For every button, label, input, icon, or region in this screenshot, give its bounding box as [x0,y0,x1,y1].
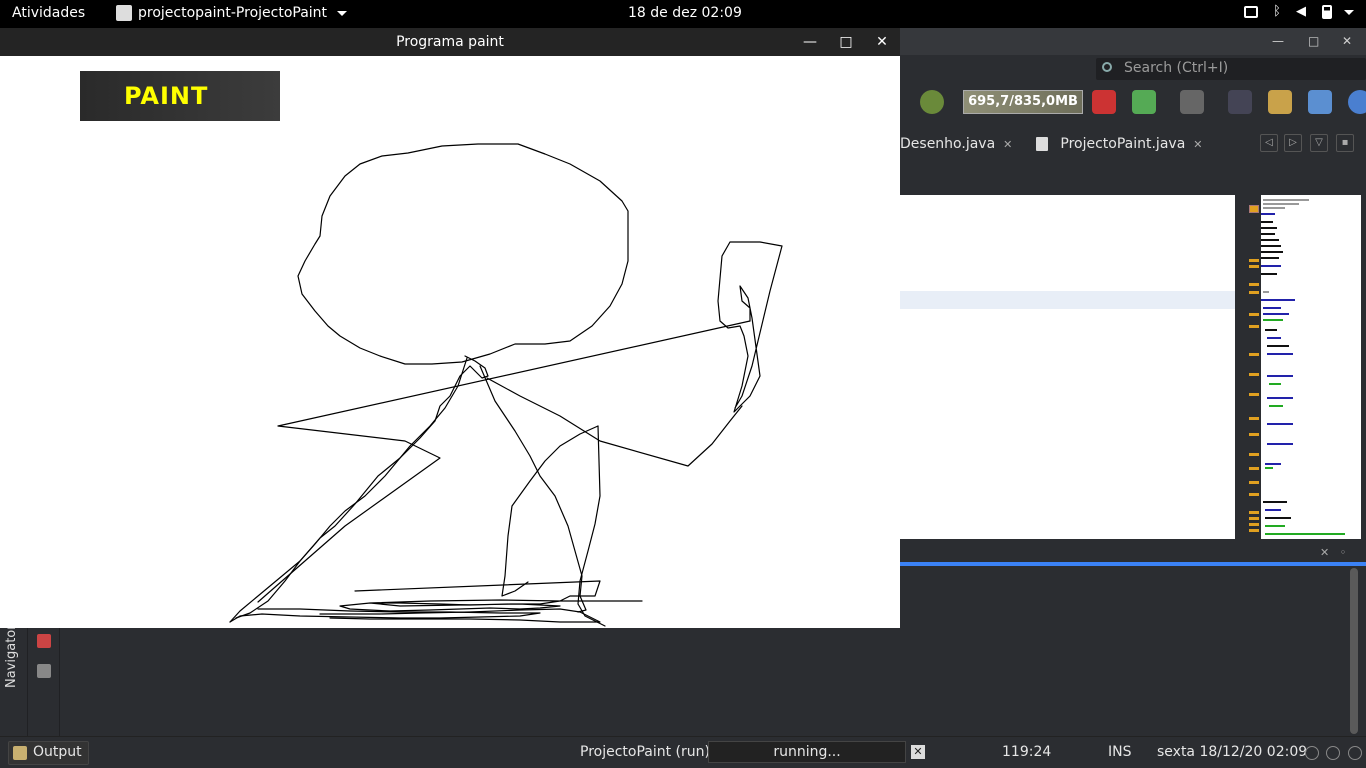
output-scrollbar[interactable] [1350,568,1358,734]
paint-logo: PAINT [80,71,280,121]
output-button[interactable]: Output [8,741,89,765]
navigator-tab[interactable]: Navigator [4,624,19,688]
output-panel-progress [900,562,1366,566]
stroke-body [229,355,489,623]
close-icon[interactable]: ✕ [1193,138,1202,151]
output-panel-controls[interactable]: ✕ ◦ [1320,546,1346,559]
paint-titlebar[interactable]: Programa paint — □ ✕ [0,28,900,56]
running-process[interactable]: ProjectoPaint (run) [580,744,710,760]
search-icon [1102,62,1112,72]
progress-bar[interactable]: running... [708,741,906,763]
freehand-drawing [229,143,783,627]
stroke-body2 [235,357,468,619]
link-icon[interactable] [1308,90,1332,114]
chevron-down-icon [337,10,348,16]
clock-icon[interactable] [1326,746,1340,760]
memory-indicator[interactable]: 695,7/835,0MB [963,90,1083,114]
tab-desenho[interactable]: Desenho.java [900,136,995,152]
window-title: Programa paint [396,34,504,50]
tab-prev-icon[interactable]: ◁ [1260,134,1278,152]
status-bar: Output ProjectoPaint (run) running... ✕ … [0,736,1366,768]
app-menu[interactable]: projectopaint-ProjectoPaint [116,5,348,21]
activities-button[interactable]: Atividades [12,5,85,21]
output-icon [13,746,27,760]
close-icon[interactable]: ✕ [1342,34,1352,48]
output-label: Output [33,744,82,760]
insert-mode: INS [1108,744,1132,760]
current-line-highlight [900,291,1235,309]
tools-icon[interactable] [1180,90,1204,114]
gc-icon[interactable] [920,90,944,114]
close-icon[interactable]: ✕ [872,28,892,56]
alarm-icon[interactable] [1305,746,1319,760]
stroke-arm-right [486,377,743,467]
chevron-down-icon [1344,9,1354,15]
system-tray[interactable]: ᛒ ◀ [1244,5,1354,19]
os-icon[interactable] [1348,90,1366,114]
terminal-icon[interactable] [1228,90,1252,114]
code-minimap[interactable] [1261,195,1361,539]
stroke-leg-mid [501,425,599,597]
display-icon [1244,6,1258,18]
stroke-hand [717,241,783,413]
app-icon [116,5,132,21]
volume-icon: ◀ [1296,4,1306,19]
stop-icon[interactable] [37,634,51,648]
battery-icon [1322,5,1332,19]
folder-icon[interactable] [1268,90,1292,114]
tab-projectopaint[interactable]: ProjectoPaint.java [1060,136,1185,152]
tab-list-icon[interactable]: ▽ [1310,134,1328,152]
bluetooth-icon: ᛒ [1273,4,1281,19]
cursor-position: 119:24 [1002,744,1052,760]
top-bar: Atividades projectopaint-ProjectoPaint 1… [0,0,1366,28]
clock[interactable]: 18 de dez 02:09 [628,5,742,21]
stroke-ground [339,580,643,612]
progress-text: running... [773,744,841,760]
maximize-editor-icon[interactable]: ▪ [1336,134,1354,152]
datetime: sexta 18/12/20 02:09 [1157,744,1308,760]
close-icon[interactable]: ✕ [1003,138,1012,151]
warning-marker [1249,205,1259,213]
error-stripe[interactable] [1245,195,1259,539]
app-menu-label: projectopaint-ProjectoPaint [138,5,328,21]
stop-process-icon[interactable]: ✕ [911,745,925,759]
drawing-canvas[interactable]: PAINT [0,56,900,627]
minimize-icon[interactable]: — [1272,34,1284,48]
stroke-arm-left [257,320,751,603]
search-placeholder: Search (Ctrl+I) [1124,60,1229,76]
tab-next-icon[interactable]: ▷ [1284,134,1302,152]
profile-icon[interactable] [1092,90,1116,114]
timer-icon[interactable] [1348,746,1362,760]
minimize-icon[interactable]: — [800,28,820,56]
search-input[interactable]: Search (Ctrl+I) [1096,58,1366,80]
ide-titlebar: — □ ✕ [900,28,1366,55]
maximize-icon[interactable]: □ [1308,34,1319,48]
stroke-head [297,143,629,365]
editor-tabs: Desenho.java ✕ ProjectoPaint.java ✕ [900,132,1203,156]
tools-icon[interactable] [37,664,51,678]
code-editor[interactable] [900,195,1235,539]
java-file-icon [1036,137,1049,151]
profile-project-icon[interactable] [1132,90,1156,114]
paint-window: Programa paint — □ ✕ PAINT [0,28,900,628]
maximize-icon[interactable]: □ [836,28,856,56]
